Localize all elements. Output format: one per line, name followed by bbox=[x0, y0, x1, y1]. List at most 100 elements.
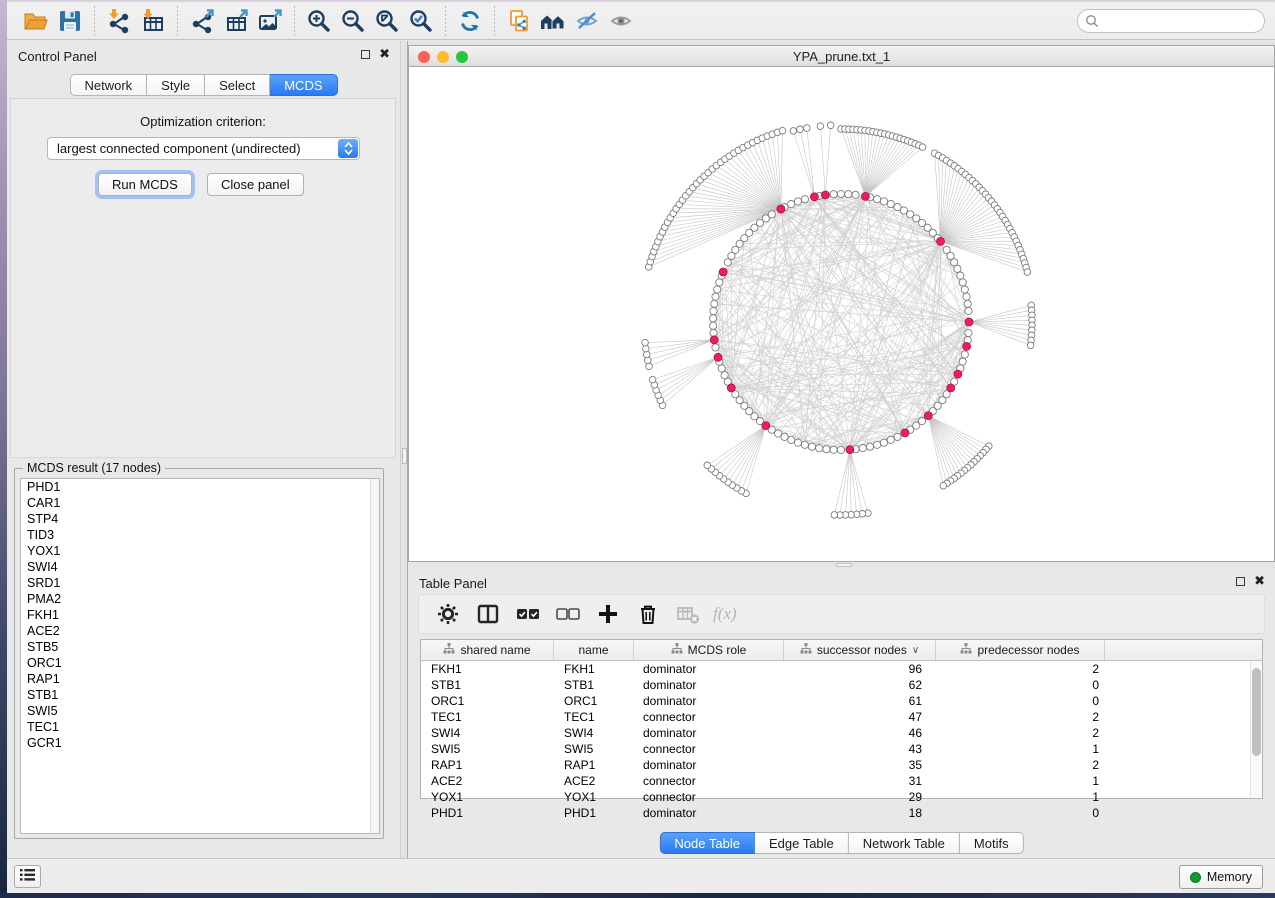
cell-shared-name: FKH1 bbox=[421, 661, 554, 677]
table-row[interactable]: PHD1PHD1dominator180 bbox=[421, 805, 1262, 821]
delete-column-icon[interactable] bbox=[633, 599, 663, 629]
import-network-icon[interactable] bbox=[102, 6, 136, 36]
mcds-result-title: MCDS result (17 nodes) bbox=[23, 461, 165, 475]
tab-select[interactable]: Select bbox=[205, 74, 270, 96]
copy-network-icon[interactable] bbox=[502, 6, 536, 36]
column-header-name[interactable]: name bbox=[554, 640, 634, 660]
mcds-result-item[interactable]: YOX1 bbox=[21, 543, 379, 559]
vertical-splitter-handle[interactable] bbox=[402, 448, 407, 464]
criterion-dropdown[interactable]: largest connected component (undirected) bbox=[47, 137, 360, 160]
run-mcds-button[interactable]: Run MCDS bbox=[98, 173, 192, 196]
cell-name: ORC1 bbox=[554, 693, 634, 709]
table-row[interactable]: ACE2ACE2connector311 bbox=[421, 773, 1262, 789]
float-table-panel-icon[interactable] bbox=[1236, 577, 1245, 586]
select-all-checks-icon[interactable] bbox=[513, 599, 543, 629]
settings-gear-icon[interactable] bbox=[433, 599, 463, 629]
mcds-result-item[interactable]: SRD1 bbox=[21, 575, 379, 591]
open-file-icon[interactable] bbox=[19, 6, 53, 36]
tab-network[interactable]: Network bbox=[69, 74, 147, 96]
zoom-selected-icon[interactable] bbox=[404, 6, 438, 36]
mcds-result-item[interactable]: TEC1 bbox=[21, 719, 379, 735]
deselect-all-checks-icon[interactable] bbox=[553, 599, 583, 629]
close-panel-button[interactable]: Close panel bbox=[207, 173, 304, 196]
first-neighbors-icon[interactable] bbox=[536, 6, 570, 36]
zoom-in-icon[interactable] bbox=[302, 6, 336, 36]
memory-button[interactable]: Memory bbox=[1179, 865, 1263, 889]
mcds-result-list[interactable]: PHD1CAR1STP4TID3YOX1SWI4SRD1PMA2FKH1ACE2… bbox=[20, 478, 380, 834]
mcds-result-item[interactable]: STB5 bbox=[21, 639, 379, 655]
table-row[interactable]: RAP1RAP1dominator352 bbox=[421, 757, 1262, 773]
table-tab-node-table[interactable]: Node Table bbox=[659, 832, 755, 854]
mcds-result-item[interactable]: PHD1 bbox=[21, 479, 379, 495]
table-row[interactable]: ORC1ORC1dominator610 bbox=[421, 693, 1262, 709]
table-tab-motifs[interactable]: Motifs bbox=[960, 832, 1024, 854]
table-row[interactable]: FKH1FKH1dominator962 bbox=[421, 661, 1262, 677]
sort-descending-icon: ∨ bbox=[912, 645, 919, 656]
column-header-predecessor-nodes[interactable]: predecessor nodes bbox=[936, 640, 1105, 660]
float-panel-icon[interactable] bbox=[361, 50, 370, 59]
tab-mcds[interactable]: MCDS bbox=[270, 74, 337, 96]
mcds-result-item[interactable]: SWI5 bbox=[21, 703, 379, 719]
mcds-result-item[interactable]: STB1 bbox=[21, 687, 379, 703]
function-fx-icon: f(x) bbox=[713, 604, 737, 624]
column-layout-icon[interactable] bbox=[473, 599, 503, 629]
node-table[interactable]: shared namenameMCDS rolesuccessor nodes∨… bbox=[420, 639, 1263, 799]
table-scrollbar-thumb[interactable] bbox=[1252, 668, 1261, 756]
column-header-shared-name[interactable]: shared name bbox=[421, 640, 554, 660]
network-canvas[interactable] bbox=[408, 67, 1275, 562]
cell-name: TEC1 bbox=[554, 709, 634, 725]
mcds-result-item[interactable]: SWI4 bbox=[21, 559, 379, 575]
tab-style[interactable]: Style bbox=[147, 74, 205, 96]
mcds-result-item[interactable]: CAR1 bbox=[21, 495, 379, 511]
cell-predecessor-nodes: 2 bbox=[936, 757, 1105, 773]
table-scrollbar[interactable] bbox=[1250, 661, 1262, 798]
table-row[interactable]: SWI4SWI4dominator462 bbox=[421, 725, 1262, 741]
mcds-result-item[interactable]: RAP1 bbox=[21, 671, 379, 687]
table-tab-edge-table[interactable]: Edge Table bbox=[755, 832, 849, 854]
table-panel-titlebar: Table Panel ✖ bbox=[408, 574, 1275, 594]
mcds-result-item[interactable]: ACE2 bbox=[21, 623, 379, 639]
cell-shared-name: ACE2 bbox=[421, 773, 554, 789]
column-header-successor-nodes[interactable]: successor nodes∨ bbox=[784, 640, 936, 660]
status-bar: Memory bbox=[7, 858, 1275, 893]
mcds-options-panel: Optimization criterion: largest connecte… bbox=[10, 98, 396, 458]
horizontal-splitter-handle[interactable] bbox=[836, 563, 852, 567]
mcds-result-item[interactable]: FKH1 bbox=[21, 607, 379, 623]
export-network-icon[interactable] bbox=[185, 6, 219, 36]
hide-selected-icon[interactable] bbox=[570, 6, 604, 36]
cell-name: STB1 bbox=[554, 677, 634, 693]
search-icon bbox=[1085, 14, 1099, 33]
attribute-tree-icon bbox=[960, 643, 972, 657]
save-session-icon[interactable] bbox=[53, 6, 87, 36]
mcds-result-item[interactable]: PMA2 bbox=[21, 591, 379, 607]
network-window-titlebar[interactable]: YPA_prune.txt_1 bbox=[408, 45, 1275, 67]
export-image-icon[interactable] bbox=[253, 6, 287, 36]
vertical-splitter[interactable] bbox=[400, 41, 408, 858]
table-row[interactable]: YOX1YOX1connector291 bbox=[421, 789, 1262, 805]
mcds-result-item[interactable]: ORC1 bbox=[21, 655, 379, 671]
zoom-out-icon[interactable] bbox=[336, 6, 370, 36]
task-history-button[interactable] bbox=[14, 865, 41, 888]
close-table-panel-icon[interactable]: ✖ bbox=[1254, 576, 1265, 586]
table-row[interactable]: SWI5SWI5connector431 bbox=[421, 741, 1262, 757]
table-row[interactable]: TEC1TEC1connector472 bbox=[421, 709, 1262, 725]
export-table-icon[interactable] bbox=[219, 6, 253, 36]
cell-MCDS-role: dominator bbox=[634, 805, 784, 821]
zoom-fit-icon[interactable] bbox=[370, 6, 404, 36]
mcds-result-item[interactable]: TID3 bbox=[21, 527, 379, 543]
attribute-tree-icon bbox=[800, 643, 812, 657]
table-row[interactable]: STB1STB1dominator620 bbox=[421, 677, 1262, 693]
mcds-result-item[interactable]: STP4 bbox=[21, 511, 379, 527]
close-panel-icon[interactable]: ✖ bbox=[379, 49, 390, 59]
table-tab-network-table[interactable]: Network Table bbox=[849, 832, 960, 854]
control-panel: Control Panel ✖ NetworkStyleSelectMCDS O… bbox=[7, 41, 400, 858]
optimization-criterion-label: Optimization criterion: bbox=[11, 114, 395, 129]
search-input[interactable] bbox=[1077, 9, 1265, 33]
column-header-MCDS-role[interactable]: MCDS role bbox=[634, 640, 784, 660]
refresh-layout-icon[interactable] bbox=[453, 6, 487, 36]
add-column-icon[interactable] bbox=[593, 599, 623, 629]
import-table-icon[interactable] bbox=[136, 6, 170, 36]
show-all-icon[interactable] bbox=[604, 6, 638, 36]
mcds-result-item[interactable]: GCR1 bbox=[21, 735, 379, 751]
mcds-list-scrollbar[interactable] bbox=[370, 479, 379, 833]
